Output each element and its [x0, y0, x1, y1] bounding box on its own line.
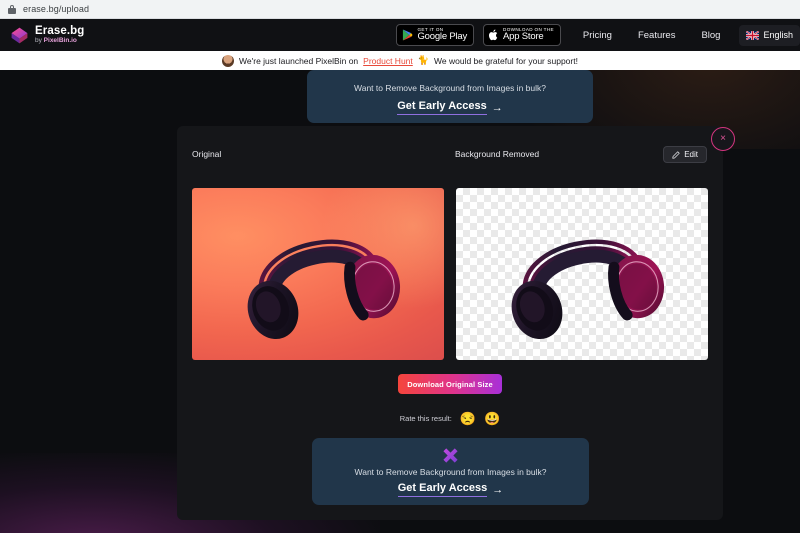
- pencil-icon: [672, 150, 680, 159]
- promo-bottom-cta[interactable]: Get Early Access →: [397, 482, 504, 497]
- announcement-text-after: We would be grateful for your support!: [434, 55, 578, 66]
- google-play-text: GET IT ON Google Play: [417, 27, 468, 43]
- rate-negative-button[interactable]: 😒: [460, 412, 476, 425]
- rate-positive-button[interactable]: 😃: [484, 412, 500, 425]
- rate-label: Rate this result:: [399, 414, 452, 423]
- announcement-text-before: We're just launched PixelBin on: [239, 55, 359, 66]
- pixelbin-logo-icon: [443, 448, 458, 463]
- page-body: Erase.bg by PixelBin.io GET IT ON Google…: [0, 19, 800, 533]
- result-modal: Original Background Removed Edit Downloa…: [177, 126, 723, 520]
- download-button-label: Download Original Size: [407, 379, 493, 389]
- promo-top-cta[interactable]: Get Early Access →: [397, 100, 503, 115]
- google-play-badge[interactable]: GET IT ON Google Play: [396, 24, 475, 46]
- lock-icon: [8, 4, 16, 14]
- close-modal-button[interactable]: ×: [711, 127, 735, 151]
- brand-text: Erase.bg by PixelBin.io: [35, 24, 85, 45]
- arrow-right-icon: →: [491, 101, 503, 114]
- promo-top-cta-label: Get Early Access: [397, 100, 487, 115]
- arrow-right-icon: →: [492, 483, 504, 496]
- brand-title: Erase.bg: [35, 24, 85, 37]
- site-header: Erase.bg by PixelBin.io GET IT ON Google…: [0, 19, 800, 51]
- google-play-icon: [403, 29, 414, 41]
- cat-emoji-icon: 🐈: [417, 55, 429, 65]
- url-text: erase.bg/upload: [23, 4, 90, 14]
- rating-row: Rate this result: 😒 😃: [177, 412, 723, 425]
- promo-card-bottom: Want to Remove Background from Images in…: [312, 438, 589, 505]
- edit-button[interactable]: Edit: [663, 146, 707, 163]
- background-removed-pane[interactable]: [456, 188, 708, 360]
- image-comparison-panes: [192, 188, 708, 360]
- uk-flag-icon: [746, 30, 760, 40]
- background-removed-label: Background Removed: [455, 149, 540, 159]
- promo-bottom-question: Want to Remove Background from Images in…: [354, 467, 547, 477]
- language-selector[interactable]: English: [739, 24, 800, 46]
- original-image-pane[interactable]: [192, 188, 444, 360]
- app-store-bottom: App Store: [503, 31, 544, 43]
- brand-subtitle: by PixelBin.io: [35, 37, 77, 44]
- headphones-original-image: [192, 188, 444, 360]
- nav-item-blog[interactable]: Blog: [688, 30, 733, 41]
- edit-button-label: Edit: [684, 150, 698, 159]
- brand-logo[interactable]: Erase.bg by PixelBin.io: [10, 24, 85, 45]
- download-original-size-button[interactable]: Download Original Size: [398, 374, 502, 394]
- header-right-cluster: GET IT ON Google Play Download on the Ap…: [396, 19, 800, 51]
- headphones-cutout-image: [456, 188, 708, 360]
- promo-bottom-cta-label: Get Early Access: [397, 482, 488, 497]
- nav-item-features[interactable]: Features: [625, 30, 689, 41]
- user-avatar: [222, 54, 235, 67]
- nav-item-pricing[interactable]: Pricing: [570, 30, 625, 41]
- app-store-text: Download on the App Store: [503, 27, 554, 43]
- modal-label-row: Original Background Removed Edit: [177, 146, 723, 168]
- app-store-badge[interactable]: Download on the App Store: [483, 24, 561, 46]
- original-label: Original: [192, 149, 222, 159]
- browser-url-bar[interactable]: erase.bg/upload: [0, 0, 800, 19]
- close-icon: ×: [720, 133, 726, 144]
- announcement-banner: We're just launched PixelBin on Product …: [0, 51, 800, 70]
- promo-card-top: Want to Remove Background from Images in…: [307, 70, 593, 123]
- apple-icon: [489, 29, 498, 41]
- erasebg-logo-icon: [11, 27, 28, 43]
- product-hunt-link[interactable]: Product Hunt: [363, 56, 413, 66]
- promo-top-question: Want to Remove Background from Images in…: [354, 83, 546, 93]
- language-label: English: [763, 30, 793, 40]
- google-play-bottom: Google Play: [417, 31, 468, 43]
